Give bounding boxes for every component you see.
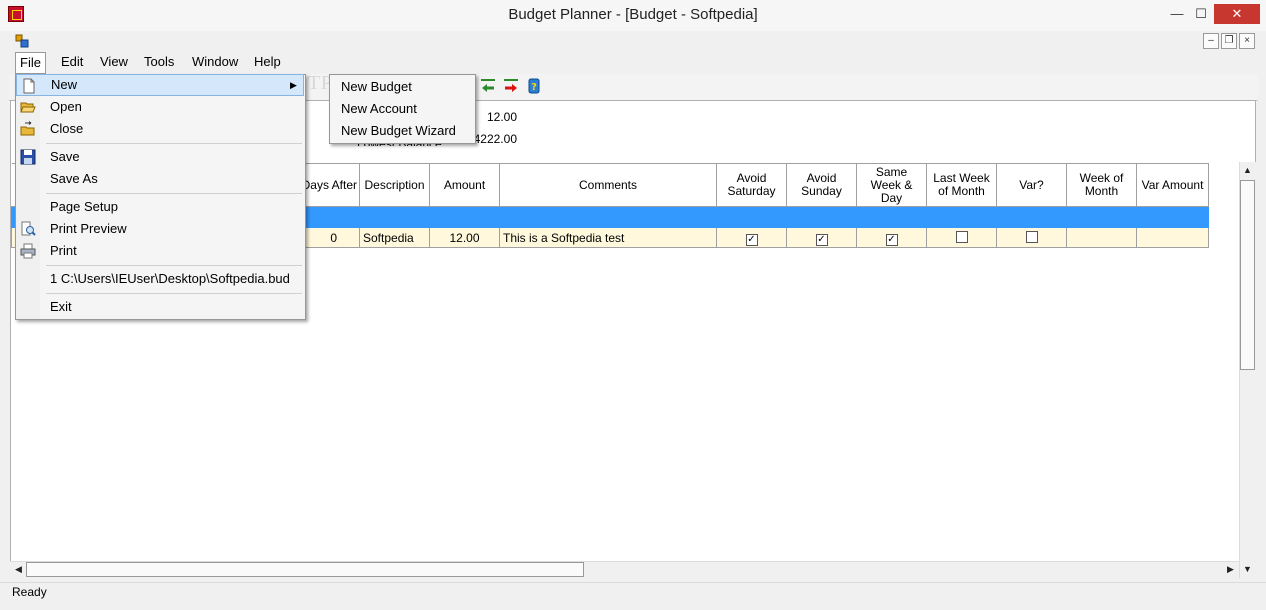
submenu-item-new-budget-wizard[interactable]: New Budget Wizard (341, 120, 456, 142)
col-header-var-amount[interactable]: Var Amount (1136, 163, 1209, 207)
open-folder-icon (20, 102, 36, 113)
maximize-button[interactable]: ☐ (1184, 4, 1218, 24)
menu-item-open[interactable]: Open (16, 96, 304, 118)
scroll-left-icon[interactable]: ◀ (11, 562, 26, 577)
table-cell[interactable] (359, 206, 430, 228)
mdi-minimize-button[interactable]: – (1203, 33, 1219, 49)
scroll-down-icon[interactable]: ▼ (1240, 562, 1255, 577)
save-disk-icon (20, 149, 36, 165)
menu-item-label: Exit (50, 299, 72, 314)
close-button[interactable]: ✕ (1214, 4, 1260, 24)
col-header-avoid-sunday[interactable]: Avoid Sunday (786, 163, 857, 207)
avoid-sunday-checkbox[interactable]: ✓ (815, 234, 828, 246)
menu-item-label: Page Setup (50, 199, 118, 214)
table-cell[interactable] (786, 206, 857, 228)
col-header-last-week-of-month[interactable]: Last Week of Month (926, 163, 997, 207)
menu-item-exit[interactable]: Exit (16, 296, 304, 318)
menu-file[interactable]: File (15, 52, 46, 74)
submenu-item-new-account[interactable]: New Account (341, 98, 417, 120)
menu-item-label: New (51, 77, 78, 92)
last-week-of-month-checkbox[interactable] (955, 231, 968, 243)
status-bar (0, 582, 1266, 610)
menu-help[interactable]: Help (247, 52, 288, 72)
svg-text:?: ? (531, 82, 537, 93)
new-file-icon (23, 78, 35, 94)
table-cell[interactable] (996, 206, 1067, 228)
arrow-right-icon[interactable] (503, 78, 519, 94)
menu-item-label: Print Preview (50, 221, 127, 236)
submenu-arrow-icon: ▶ (290, 80, 297, 90)
table-cell[interactable] (716, 206, 787, 228)
same-week-day-checkbox[interactable]: ✓ (885, 234, 898, 246)
table-cell[interactable] (1066, 206, 1137, 228)
cell-week-of-month[interactable] (1066, 227, 1137, 248)
cell-amount[interactable]: 12.00 (429, 227, 500, 248)
var-checkbox[interactable] (1025, 231, 1038, 243)
scroll-up-icon[interactable]: ▲ (1240, 163, 1255, 178)
table-cell[interactable] (429, 206, 500, 228)
print-preview-icon (21, 221, 36, 236)
table-cell[interactable] (926, 206, 997, 228)
menu-tools[interactable]: Tools (137, 52, 181, 72)
close-folder-icon (20, 121, 35, 136)
col-header-description[interactable]: Description (359, 163, 430, 207)
menu-item-label: Close (50, 121, 84, 136)
menu-separator (46, 143, 302, 144)
menu-item-print-preview[interactable]: Print Preview (16, 218, 304, 240)
menu-item-label: Save (50, 149, 80, 164)
mdi-close-button[interactable]: × (1239, 33, 1255, 49)
arrow-left-icon[interactable] (480, 78, 496, 94)
vertical-scroll-thumb[interactable] (1240, 180, 1255, 370)
status-text: Ready (12, 585, 47, 599)
col-header-same-week-day[interactable]: Same Week & Day (856, 163, 927, 207)
col-header-comments[interactable]: Comments (499, 163, 717, 207)
mdi-restore-button[interactable]: ❐ (1221, 33, 1237, 49)
printer-icon (20, 243, 36, 259)
menu-edit[interactable]: Edit (54, 52, 90, 72)
avoid-saturday-checkbox[interactable]: ✓ (745, 234, 758, 246)
menu-separator (46, 265, 302, 266)
table-cell[interactable] (856, 206, 927, 228)
col-header-amount[interactable]: Amount (429, 163, 500, 207)
col-header-var[interactable]: Var? (996, 163, 1067, 207)
document-icon[interactable] (15, 34, 29, 48)
cell-var-amount[interactable] (1136, 227, 1209, 248)
menu-item-close[interactable]: Close (16, 118, 304, 140)
col-header-week-of-month[interactable]: Week of Month (1066, 163, 1137, 207)
menu-item-new[interactable]: New ▶ (16, 74, 304, 96)
mdi-bar (0, 31, 1266, 52)
menu-window[interactable]: Window (185, 52, 245, 72)
cell-comments[interactable]: This is a Softpedia test (499, 227, 717, 248)
scroll-right-icon[interactable]: ▶ (1223, 562, 1238, 577)
menu-item-recent-file[interactable]: 1 C:\Users\IEUser\Desktop\Softpedia.bud (16, 268, 304, 290)
menu-item-label: Save As (50, 171, 98, 186)
menu-separator (46, 193, 302, 194)
horizontal-scroll-thumb[interactable] (26, 562, 584, 577)
col-header-avoid-saturday[interactable]: Avoid Saturday (716, 163, 787, 207)
table-cell[interactable] (1136, 206, 1209, 228)
window-title: Budget Planner - [Budget - Softpedia] (508, 6, 758, 23)
menu-view[interactable]: View (93, 52, 135, 72)
menu-item-label: Open (50, 99, 82, 114)
menu-item-save-as[interactable]: Save As (16, 168, 304, 190)
menu-separator (46, 293, 302, 294)
menu-item-page-setup[interactable]: Page Setup (16, 196, 304, 218)
help-icon[interactable]: ? (526, 78, 542, 94)
menu-item-label: Print (50, 243, 77, 258)
menu-item-print[interactable]: Print (16, 240, 304, 262)
cell-description[interactable]: Softpedia (359, 227, 430, 248)
menu-item-label: 1 C:\Users\IEUser\Desktop\Softpedia.bud (50, 271, 290, 286)
menu-item-save[interactable]: Save (16, 146, 304, 168)
submenu-item-new-budget[interactable]: New Budget (341, 76, 412, 98)
table-cell[interactable] (499, 206, 717, 228)
